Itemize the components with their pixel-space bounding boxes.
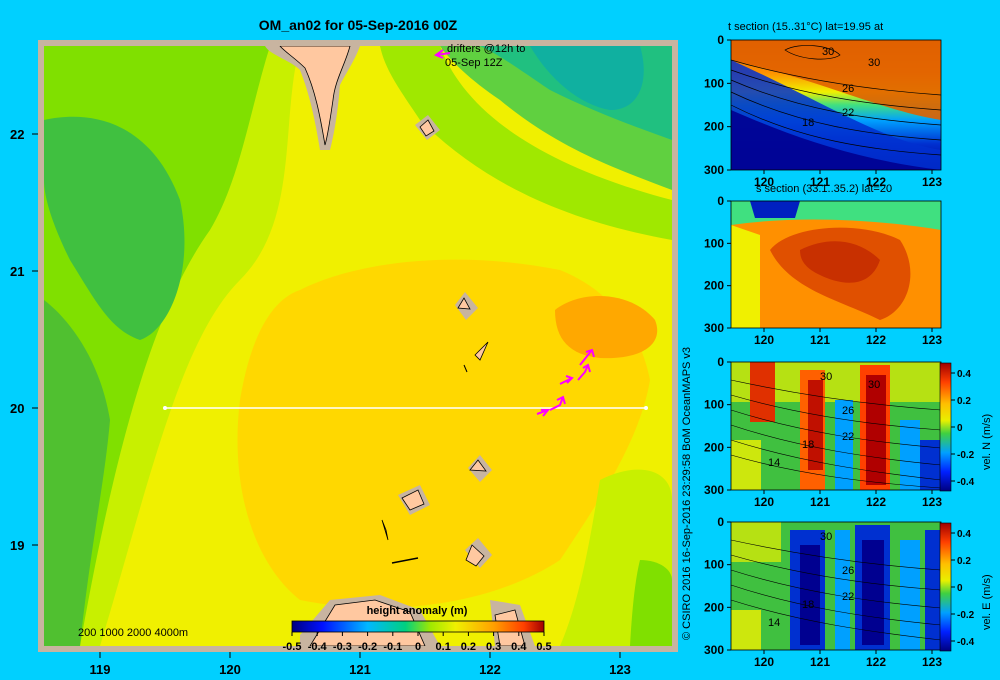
section-x-tick-label: 123 — [922, 495, 942, 509]
vel-n-label: vel. N (m/s) — [981, 414, 993, 470]
vel-colorbar-tick-label: -0.4 — [957, 477, 975, 488]
vel-e-panel: 30 26 22 18 14 120 121 122 123 0 100 200 300 0.… — [704, 515, 993, 669]
section-x-tick-label: 123 — [922, 175, 942, 189]
drifters-label-2: 05-Sep 12Z — [445, 57, 503, 69]
vel-n-panel: 30 30 26 22 18 14 120 121 122 123 0 100 200 300… — [704, 355, 993, 509]
colorbar-tick-label: 0.2 — [461, 641, 476, 653]
vel-e-label: vel. E (m/s) — [981, 574, 993, 630]
section-y-tick-label: 100 — [704, 76, 724, 90]
contour-label: 30 — [820, 371, 832, 383]
section-y-tick-label: 300 — [704, 483, 724, 497]
colorbar — [291, 620, 545, 633]
map-y-ticks: 22 21 20 19 — [10, 127, 38, 553]
map-y-tick-label: 20 — [10, 401, 24, 416]
section-y-tick-label: 300 — [704, 643, 724, 657]
contour-label: 30 — [868, 57, 880, 69]
vel-colorbar-tick-label: -0.4 — [957, 637, 975, 648]
vel-colorbar-tick-label: 0 — [957, 423, 963, 434]
contour-label: 14 — [768, 617, 780, 629]
contour-label: 22 — [842, 591, 854, 603]
section-y-tick-label: 300 — [704, 321, 724, 335]
contour-label: 22 — [842, 107, 854, 119]
contour-label: 26 — [842, 565, 854, 577]
contour-label: 18 — [802, 599, 814, 611]
colorbar-tick-label: -0.4 — [308, 641, 328, 653]
section-x-tick-label: 122 — [866, 495, 886, 509]
colorbar-tick-label: -0.2 — [358, 641, 377, 653]
section-y-tick-label: 0 — [717, 515, 724, 529]
contour-label: 30 — [868, 379, 880, 391]
drifters-label-1: drifters @12h to — [447, 43, 525, 55]
vel-colorbar-tick-label: -0.2 — [957, 450, 975, 461]
vel-colorbar-tick-label: 0 — [957, 583, 963, 594]
section-x-tick-label: 122 — [866, 333, 886, 347]
section-x-tick-label: 122 — [866, 655, 886, 669]
section-y-tick-label: 200 — [704, 600, 724, 614]
section-x-tick-label: 121 — [810, 495, 830, 509]
vel-colorbar-tick-label: 0.2 — [957, 396, 971, 407]
contour-label: 26 — [842, 405, 854, 417]
map-x-ticks: 119 120 121 122 123 — [90, 652, 631, 677]
section-x-tick-label: 121 — [810, 655, 830, 669]
s-section-title: s section (33.1..35.2) lat=20 — [756, 183, 892, 195]
section-y-tick-label: 200 — [704, 120, 724, 134]
colorbar-tick-label: 0 — [415, 641, 421, 653]
map-x-tick-label: 120 — [219, 662, 241, 677]
colorbar-tick-label: 0.5 — [536, 641, 551, 653]
map-y-tick-label: 22 — [10, 127, 24, 142]
vel-colorbar-tick-label: 0.2 — [957, 556, 971, 567]
section-x-tick-label: 120 — [754, 655, 774, 669]
depth-legend: 200 1000 2000 4000m — [78, 627, 188, 639]
section-y-tick-label: 100 — [704, 558, 724, 572]
contour-label: 14 — [768, 457, 780, 469]
map-x-tick-label: 122 — [479, 662, 501, 677]
section-x-tick-label: 121 — [810, 333, 830, 347]
section-y-tick-label: 0 — [717, 194, 724, 208]
contour-label: 18 — [802, 117, 814, 129]
map-x-tick-label: 123 — [609, 662, 631, 677]
map-title: OM_an02 for 05-Sep-2016 00Z — [259, 17, 458, 33]
vel-colorbar-tick-label: 0.4 — [957, 529, 971, 540]
vel-colorbar-tick-label: 0.4 — [957, 369, 971, 380]
map-x-tick-label: 121 — [349, 662, 371, 677]
section-y-tick-label: 0 — [717, 33, 724, 47]
colorbar-title: height anomaly (m) — [367, 605, 468, 617]
colorbar-tick-label: 0.4 — [511, 641, 527, 653]
section-y-tick-label: 200 — [704, 279, 724, 293]
section-x-tick-label: 123 — [922, 333, 942, 347]
colorbar-tick-label: -0.5 — [283, 641, 302, 653]
section-y-tick-label: 300 — [704, 163, 724, 177]
colorbar-tick-label: -0.3 — [333, 641, 352, 653]
vel-colorbar-tick-label: -0.2 — [957, 610, 975, 621]
colorbar-tick-label: -0.1 — [383, 641, 402, 653]
s-section-panel: s section (33.1..35.2) lat=20 120 121 122 1… — [704, 183, 942, 347]
colorbar-tick-label: 0.3 — [486, 641, 501, 653]
height-anomaly-field — [44, 46, 672, 646]
contour-label: 22 — [842, 431, 854, 443]
section-y-tick-label: 100 — [704, 236, 724, 250]
map-y-tick-label: 19 — [10, 538, 24, 553]
credit: © CSIRO 2016 16-Sep-2016 23:29:58 BoM Oc… — [681, 347, 693, 640]
contour-label: 18 — [802, 439, 814, 451]
t-section-title: t section (15..31°C) lat=19.95 at — [728, 21, 883, 33]
colorbar-tick-label: 0.1 — [436, 641, 451, 653]
section-x-tick-label: 120 — [754, 333, 774, 347]
section-x-tick-label: 123 — [922, 655, 942, 669]
section-y-tick-label: 100 — [704, 398, 724, 412]
contour-label: 26 — [842, 83, 854, 95]
section-y-tick-label: 0 — [717, 355, 724, 369]
contour-label: 30 — [820, 531, 832, 543]
map-x-tick-label: 119 — [90, 662, 111, 677]
map-y-tick-label: 21 — [10, 264, 24, 279]
figure: OM_an02 for 05-Sep-2016 00Z drifters @12… — [10, 17, 993, 677]
contour-label: 30 — [822, 46, 834, 58]
section-y-tick-label: 200 — [704, 440, 724, 454]
t-section-panel: t section (15..31°C) lat=19.95 at 30 30 … — [704, 21, 942, 189]
section-x-tick-label: 120 — [754, 495, 774, 509]
